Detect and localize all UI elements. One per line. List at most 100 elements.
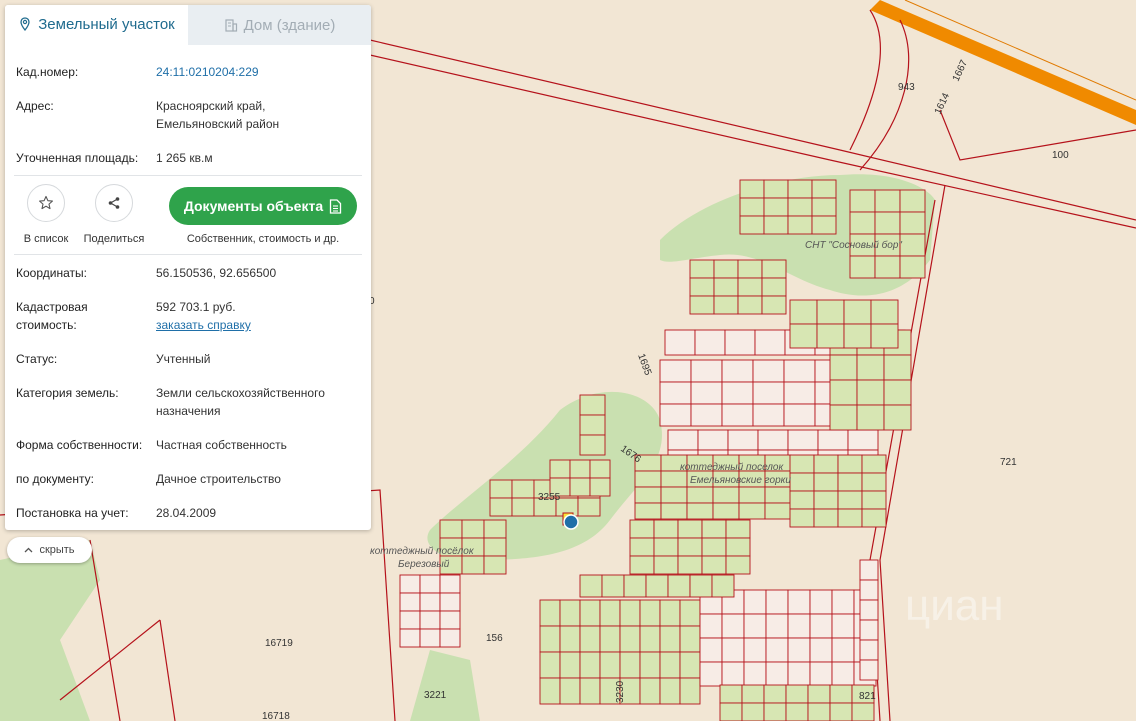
parcel <box>659 381 692 405</box>
status-row: Статус: Учтенный <box>16 350 360 384</box>
parcel <box>737 295 763 315</box>
field-label: Координаты: <box>16 266 87 280</box>
parcel <box>789 323 818 349</box>
parcel <box>829 354 858 381</box>
cost-row: Кадастровая стоимость: 592 703.1 руб. за… <box>16 298 360 350</box>
tab-land-plot[interactable]: Земельный участок <box>5 5 188 45</box>
category-row: Категория земель: Земли сельскохозяйстве… <box>16 384 360 436</box>
coords-value: 56.150536, 92.656500 <box>156 266 277 280</box>
cadnum-value[interactable]: 24:11:0210204:229 <box>156 63 360 97</box>
parcel <box>589 477 611 497</box>
parcel <box>725 555 751 575</box>
parcel <box>579 434 606 456</box>
parcel <box>816 323 845 349</box>
parcel <box>785 684 809 704</box>
map-label: 156 <box>486 633 503 644</box>
parcel <box>667 429 699 451</box>
parcel <box>741 684 765 704</box>
parcel <box>660 502 688 520</box>
parcel <box>813 508 839 528</box>
parcel <box>763 179 789 199</box>
order-certificate-link[interactable]: заказать справку <box>156 318 251 332</box>
parcel <box>579 414 606 436</box>
parcel <box>699 637 723 663</box>
tab-house[interactable]: Дом (здание) <box>188 5 371 45</box>
document-icon <box>329 198 342 214</box>
parcel <box>851 702 875 721</box>
parcel <box>619 651 641 679</box>
parcel <box>752 403 785 427</box>
parcel <box>757 429 789 451</box>
tabs-bar: Земельный участок Дом (здание) <box>5 5 371 45</box>
field-label: Кад.номер: <box>16 65 79 79</box>
parcel <box>783 359 816 383</box>
parcel <box>785 702 809 721</box>
parcel <box>874 255 901 279</box>
parcel <box>811 179 837 199</box>
parcel <box>629 519 655 539</box>
parcel <box>783 381 816 405</box>
parcel <box>559 599 581 627</box>
parcel <box>809 661 833 687</box>
parcel <box>738 486 766 504</box>
parcel <box>721 637 745 663</box>
address-row: Адрес: Красноярский край, Емельяновский … <box>16 97 360 149</box>
chevron-up-icon <box>24 547 33 553</box>
documents-block: Документы объекта Собственник, стоимость… <box>169 187 357 245</box>
registered-value: 28.04.2009 <box>156 506 217 520</box>
parcel <box>829 379 858 406</box>
parcel <box>721 381 754 405</box>
parcel <box>569 477 591 497</box>
parcel <box>690 381 723 405</box>
field-label: по документу: <box>16 472 94 486</box>
parcel <box>489 497 513 517</box>
parcel <box>579 394 606 416</box>
parcel <box>859 559 879 581</box>
parcel <box>653 519 679 539</box>
cost-value: 592 703.1 руб. <box>156 300 236 314</box>
documents-button[interactable]: Документы объекта <box>169 187 357 225</box>
parcel <box>789 472 815 492</box>
parcel <box>559 625 581 653</box>
parcel <box>743 661 767 687</box>
bydoc-value: Дачное строительство <box>156 472 281 486</box>
parcel <box>601 574 625 598</box>
area-row: Уточненная площадь: 1 265 кв.м <box>16 149 360 175</box>
map-label: СНТ "Сосновый бор" <box>805 239 902 251</box>
add-to-list-button[interactable] <box>27 184 65 222</box>
parcel <box>859 639 879 661</box>
share-button[interactable] <box>95 184 133 222</box>
map-label: 943 <box>898 82 915 93</box>
parcel <box>539 651 561 679</box>
category-line: назначения <box>156 404 221 418</box>
parcel <box>659 403 692 427</box>
parcel <box>659 625 681 653</box>
share-action[interactable]: Поделиться <box>79 184 149 245</box>
parcel <box>737 277 763 297</box>
parcel <box>763 702 787 721</box>
location-marker[interactable] <box>563 514 579 530</box>
field-label: Статус: <box>16 352 58 366</box>
parcel <box>701 519 727 539</box>
map-label: 3230 <box>615 680 626 703</box>
parcel <box>539 677 561 705</box>
map-label: Березовый <box>398 559 450 570</box>
parcel <box>763 684 787 704</box>
parcel <box>764 502 792 520</box>
actions-bar: В список Поделиться Документы объекта Со… <box>5 176 371 254</box>
add-to-list-action[interactable]: В список <box>11 184 81 245</box>
map-label: 3255 <box>538 492 561 503</box>
parcel <box>743 637 767 663</box>
hide-panel-button[interactable]: скрыть <box>7 537 92 563</box>
parcel <box>713 259 739 279</box>
parcel <box>765 661 789 687</box>
map-label: 3221 <box>424 690 447 701</box>
parcel <box>690 403 723 427</box>
parcel <box>660 470 688 488</box>
parcel <box>579 625 601 653</box>
parcel <box>816 299 845 325</box>
parcel <box>719 702 743 721</box>
parcel <box>738 502 766 520</box>
parcel <box>461 555 485 575</box>
parcel <box>789 454 815 474</box>
